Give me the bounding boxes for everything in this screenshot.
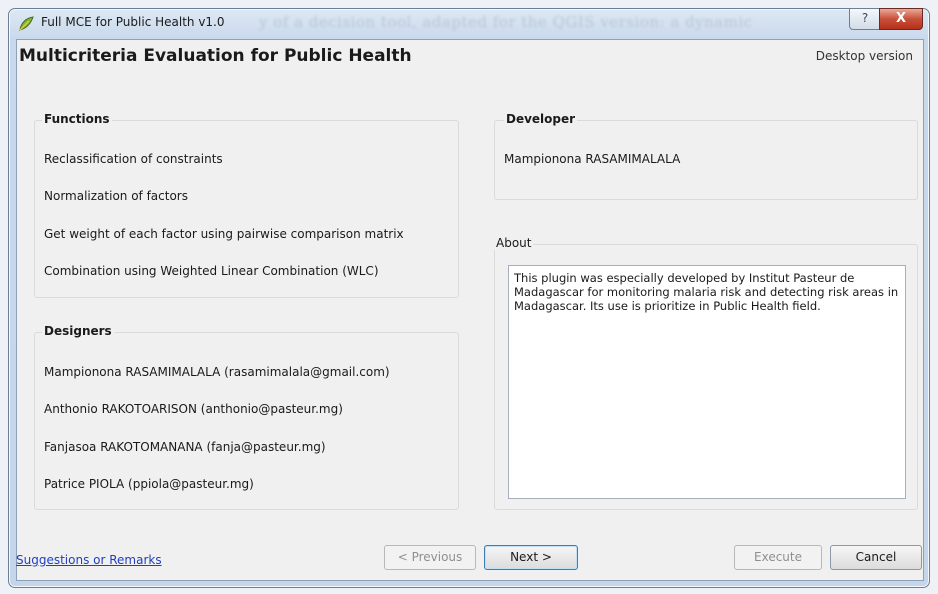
background-window-text: y of a decision tool, adapted for the QG… <box>259 13 753 31</box>
function-item: Get weight of each factor using pairwise… <box>44 227 404 241</box>
designer-item: Patrice PIOLA (ppiola@pasteur.mg) <box>44 477 254 491</box>
next-button[interactable]: Next > <box>484 545 578 570</box>
about-text: This plugin was especially developed by … <box>514 271 899 313</box>
help-button[interactable]: ? <box>849 8 881 30</box>
help-icon: ? <box>861 11 869 25</box>
previous-button[interactable]: < Previous <box>384 545 476 570</box>
close-button[interactable]: X <box>879 8 923 30</box>
cancel-button[interactable]: Cancel <box>830 545 922 570</box>
execute-button[interactable]: Execute <box>734 545 822 570</box>
function-item: Normalization of factors <box>44 189 188 203</box>
designer-item: Anthonio RAKOTOARISON (anthonio@pasteur.… <box>44 402 343 416</box>
designer-item: Mampionona RASAMIMALALA (rasamimalala@gm… <box>44 365 390 379</box>
developer-name: Mampionona RASAMIMALALA <box>504 152 681 166</box>
about-title: About <box>494 236 534 250</box>
close-icon: X <box>895 11 907 26</box>
designer-item: Fanjasoa RAKOTOMANANA (fanja@pasteur.mg) <box>44 440 326 454</box>
suggestions-link[interactable]: Suggestions or Remarks <box>16 553 162 567</box>
qgis-leaf-icon <box>17 15 35 33</box>
function-item: Combination using Weighted Linear Combin… <box>44 264 379 278</box>
developer-title: Developer <box>504 112 578 126</box>
designers-title: Designers <box>42 324 114 338</box>
function-item: Reclassification of constraints <box>44 152 223 166</box>
functions-title: Functions <box>42 112 112 126</box>
window-title: Full MCE for Public Health v1.0 <box>41 15 225 29</box>
title-bar[interactable]: Full MCE for Public Health v1.0 y of a d… <box>9 8 929 39</box>
about-textbox[interactable]: This plugin was especially developed by … <box>508 265 906 499</box>
version-label: Desktop version <box>815 49 913 63</box>
page-title: Multicriteria Evaluation for Public Heal… <box>19 46 412 66</box>
